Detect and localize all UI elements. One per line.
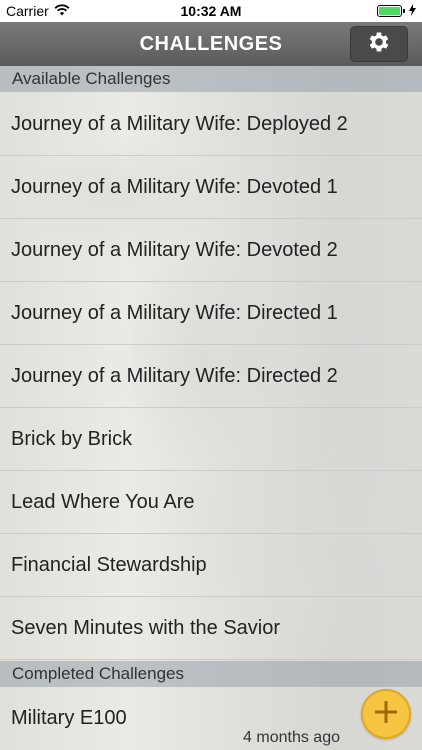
- section-header-completed: Completed Challenges: [0, 661, 422, 687]
- status-left: Carrier: [6, 3, 146, 19]
- carrier-label: Carrier: [6, 3, 49, 19]
- gear-icon: [366, 29, 392, 60]
- challenge-row[interactable]: Financial Stewardship: [0, 534, 422, 597]
- challenge-row[interactable]: Journey of a Military Wife: Deployed 2: [0, 93, 422, 156]
- completed-challenge-row[interactable]: Military E100 4 months ago: [0, 686, 422, 750]
- challenge-row[interactable]: Lead Where You Are: [0, 471, 422, 534]
- plus-icon: [372, 698, 400, 731]
- challenge-row[interactable]: Brick by Brick: [0, 408, 422, 471]
- settings-button[interactable]: [350, 26, 408, 62]
- charging-icon: [409, 3, 416, 19]
- challenge-row[interactable]: Journey of a Military Wife: Directed 2: [0, 345, 422, 408]
- completed-challenge-time: 4 months ago: [243, 729, 340, 746]
- battery-fill: [379, 7, 400, 15]
- completed-challenge-title: Military E100: [11, 707, 127, 729]
- status-right: [276, 3, 416, 19]
- page-title: CHALLENGES: [139, 32, 283, 55]
- challenge-row[interactable]: Seven Minutes with the Savior: [0, 597, 422, 660]
- navigation-bar: CHALLENGES: [0, 22, 422, 66]
- wifi-icon: [54, 3, 70, 19]
- battery-icon: [377, 5, 405, 17]
- challenge-row[interactable]: Journey of a Military Wife: Devoted 1: [0, 156, 422, 219]
- status-time: 10:32 AM: [180, 3, 242, 19]
- challenge-row[interactable]: Journey of a Military Wife: Directed 1: [0, 282, 422, 345]
- status-bar: Carrier 10:32 AM: [0, 0, 422, 22]
- add-challenge-button[interactable]: [361, 689, 411, 739]
- challenge-row[interactable]: Journey of a Military Wife: Devoted 2: [0, 219, 422, 282]
- section-header-available: Available Challenges: [0, 66, 422, 92]
